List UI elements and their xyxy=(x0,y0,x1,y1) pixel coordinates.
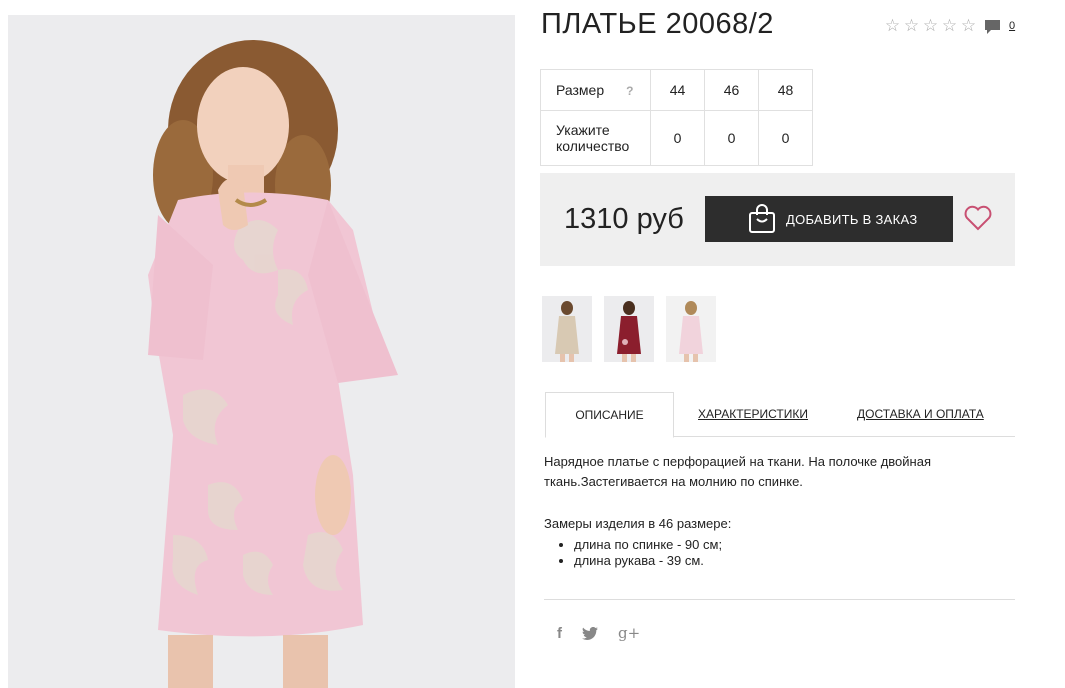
star-icon[interactable]: ☆ xyxy=(903,16,920,36)
measurements-list: длина по спинке - 90 см; длина рукава - … xyxy=(544,537,722,569)
thumbnail-beige[interactable] xyxy=(542,296,592,362)
add-to-order-label: ДОБАВИТЬ В ЗАКАЗ xyxy=(786,211,918,227)
list-item: длина рукава - 39 см. xyxy=(574,553,722,569)
thumbnail-pink[interactable] xyxy=(666,296,716,362)
size-label: Размер xyxy=(556,81,605,98)
google-plus-icon[interactable]: g+ xyxy=(618,624,640,642)
thumbnail-burgundy[interactable] xyxy=(604,296,654,362)
list-item: длина по спинке - 90 см; xyxy=(574,537,722,553)
quantity-input[interactable]: 0 xyxy=(758,110,813,166)
size-option[interactable]: 48 xyxy=(758,69,813,111)
product-photo xyxy=(8,15,515,688)
star-icon[interactable]: ☆ xyxy=(922,16,939,36)
thumbnail-list xyxy=(542,296,716,362)
product-tabs: ОПИСАНИЕ ХАРАКТЕРИСТИКИ ДОСТАВКА И ОПЛАТ… xyxy=(545,392,1015,438)
price: 1310 руб xyxy=(564,203,684,235)
star-rating[interactable]: ☆ ☆ ☆ ☆ ☆ xyxy=(884,16,977,36)
quantity-input[interactable]: 0 xyxy=(650,110,705,166)
size-option[interactable]: 44 xyxy=(650,69,705,111)
star-icon[interactable]: ☆ xyxy=(941,16,958,36)
tab-characteristics[interactable]: ХАРАКТЕРИСТИКИ xyxy=(698,392,808,436)
size-table: Размер? 44 46 48 Укажите количество 0 0 … xyxy=(540,69,813,166)
add-to-order-button[interactable]: ДОБАВИТЬ В ЗАКАЗ xyxy=(705,196,953,242)
star-icon[interactable]: ☆ xyxy=(884,16,901,36)
star-icon[interactable]: ☆ xyxy=(960,16,977,36)
price-block: 1310 руб ДОБАВИТЬ В ЗАКАЗ xyxy=(540,173,1015,266)
shopping-bag-icon xyxy=(749,204,775,233)
size-help-icon[interactable]: ? xyxy=(626,84,633,98)
comment-count-link[interactable]: 0 xyxy=(1009,20,1015,32)
quantity-input[interactable]: 0 xyxy=(704,110,759,166)
divider xyxy=(544,599,1015,600)
tab-description[interactable]: ОПИСАНИЕ xyxy=(545,392,674,438)
facebook-icon[interactable]: f xyxy=(557,625,562,642)
social-share: f g+ xyxy=(557,624,640,642)
quantity-label: Укажите количество xyxy=(540,110,651,166)
measurements-title: Замеры изделия в 46 размере: xyxy=(544,516,732,531)
comment-icon[interactable] xyxy=(984,19,1001,36)
twitter-icon[interactable] xyxy=(582,626,598,640)
tab-delivery-payment[interactable]: ДОСТАВКА И ОПЛАТА xyxy=(857,392,984,436)
product-description: Нарядное платье с перфорацией на ткани. … xyxy=(544,454,931,489)
product-title: ПЛАТЬЕ 20068/2 xyxy=(541,8,774,40)
heart-icon[interactable] xyxy=(963,203,993,233)
size-label-cell: Размер? xyxy=(540,69,651,111)
size-option[interactable]: 46 xyxy=(704,69,759,111)
